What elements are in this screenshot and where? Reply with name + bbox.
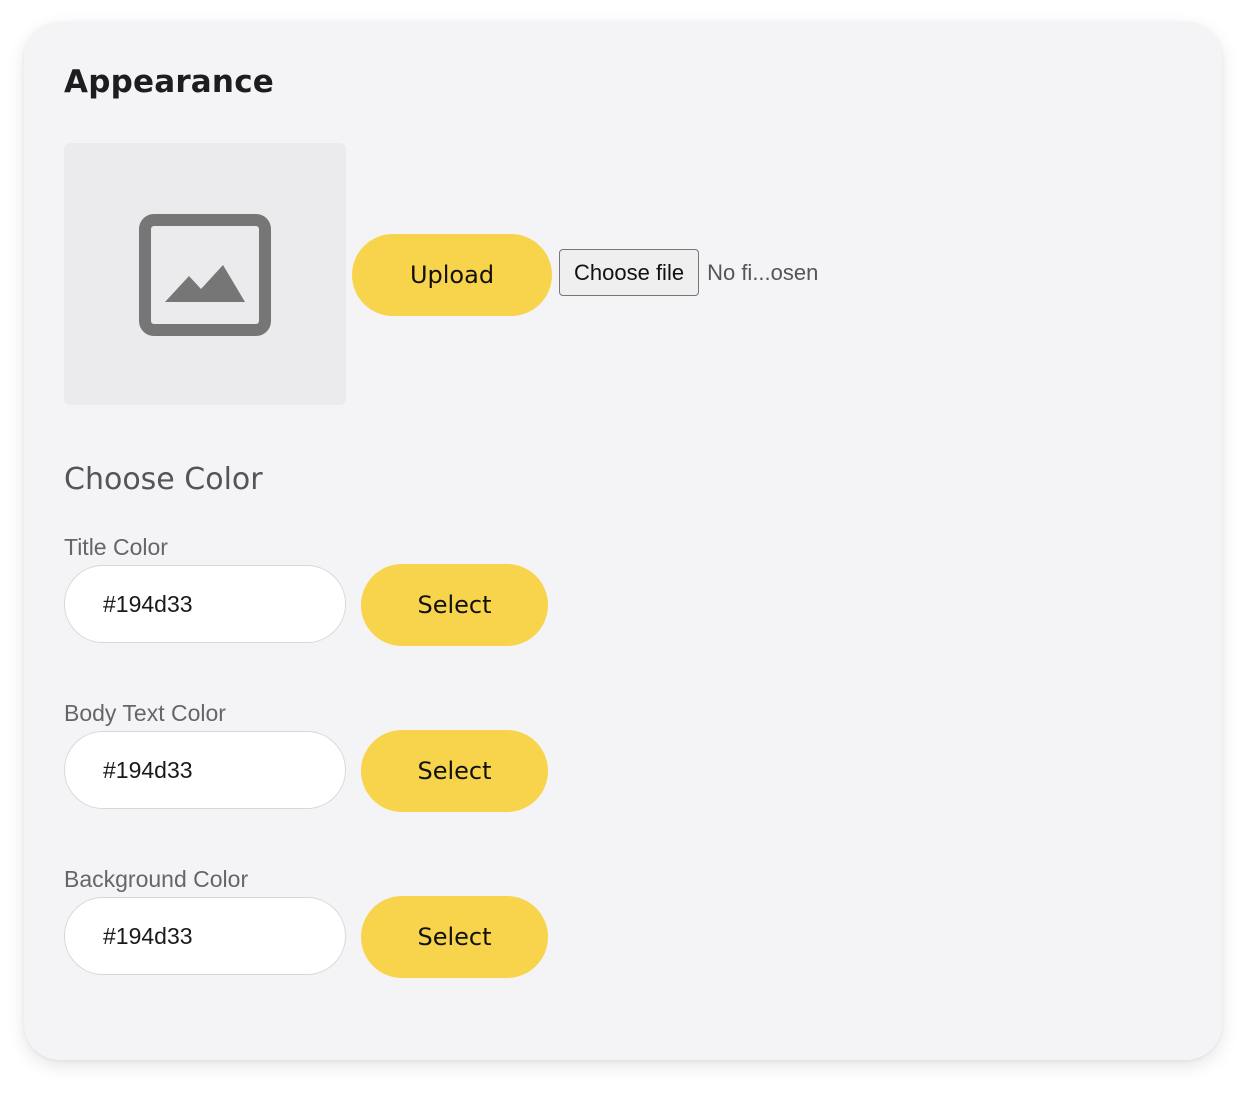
file-input: Choose file No fi...osen bbox=[559, 249, 818, 296]
choose-file-button[interactable]: Choose file bbox=[559, 249, 700, 296]
body-text-color-group: Body Text Color Select bbox=[64, 700, 564, 840]
background-color-group: Background Color Select bbox=[64, 866, 564, 1006]
appearance-card: Appearance Upload Choose file No fi...os… bbox=[24, 22, 1222, 1060]
body-text-color-input[interactable] bbox=[64, 731, 346, 809]
title-color-input[interactable] bbox=[64, 565, 346, 643]
choose-color-heading: Choose Color bbox=[64, 462, 263, 497]
body-text-color-select-button[interactable]: Select bbox=[361, 730, 548, 812]
file-status-text: No fi...osen bbox=[707, 259, 819, 285]
body-text-color-label: Body Text Color bbox=[64, 700, 226, 726]
image-preview bbox=[64, 143, 346, 405]
title-color-group: Title Color Select bbox=[64, 534, 564, 674]
title-color-label: Title Color bbox=[64, 534, 168, 560]
upload-button[interactable]: Upload bbox=[352, 234, 552, 316]
background-color-select-button[interactable]: Select bbox=[361, 896, 548, 978]
background-color-input[interactable] bbox=[64, 897, 346, 975]
background-color-label: Background Color bbox=[64, 866, 249, 892]
title-color-select-button[interactable]: Select bbox=[361, 564, 548, 646]
image-icon bbox=[139, 214, 271, 336]
page-title: Appearance bbox=[64, 64, 274, 100]
